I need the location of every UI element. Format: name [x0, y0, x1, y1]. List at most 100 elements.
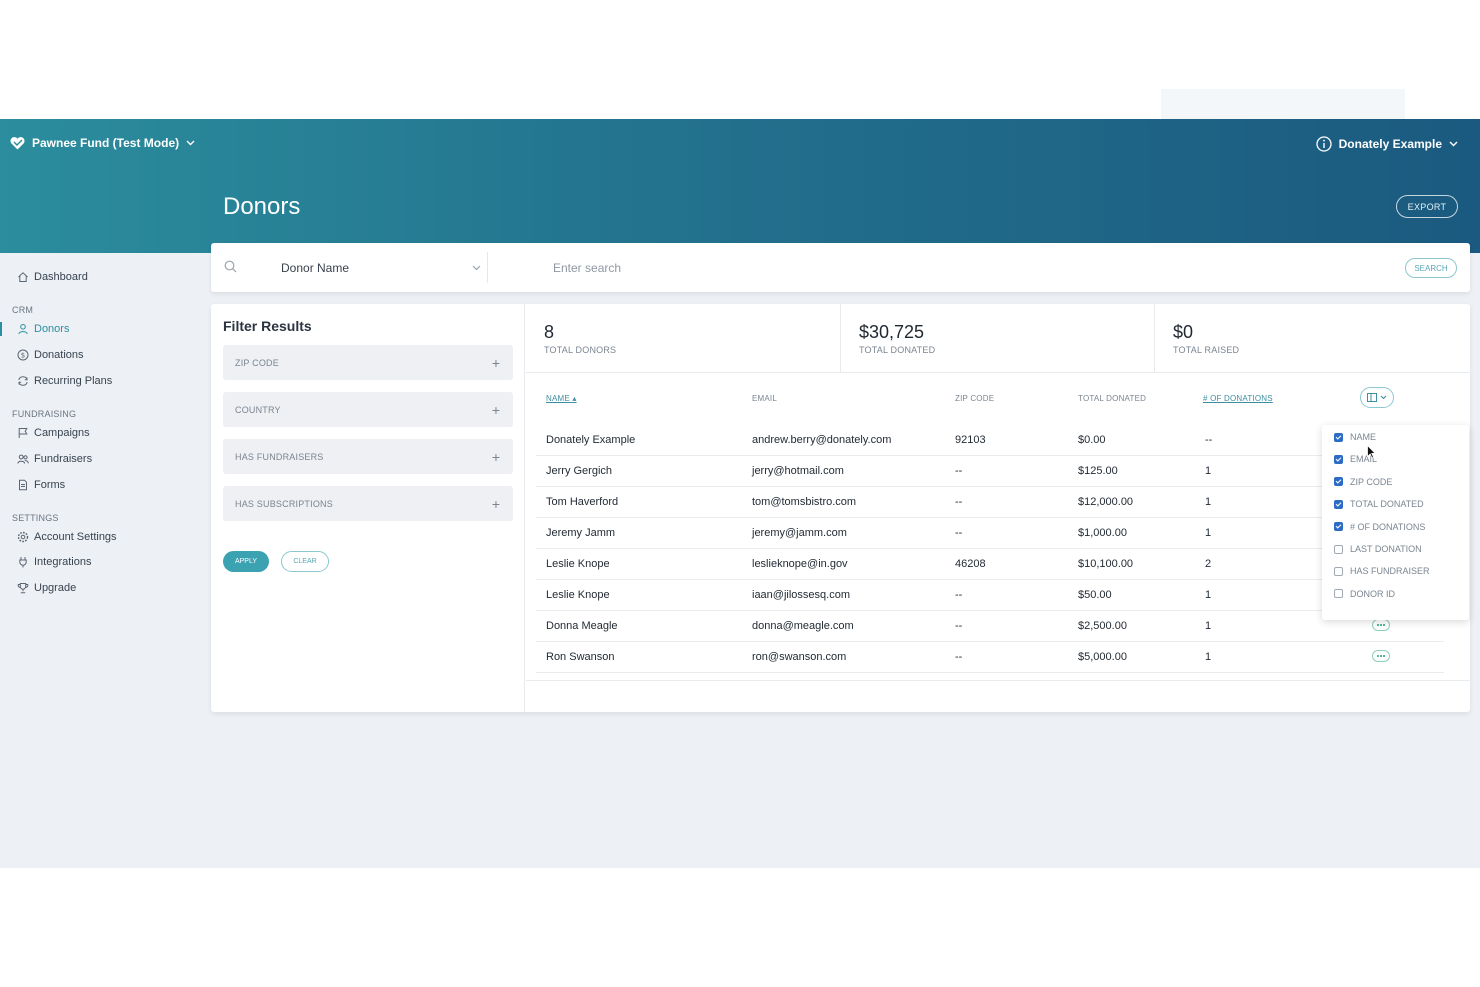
account-name: Donately Example	[1338, 137, 1442, 151]
filter-zip-code[interactable]: ZIP CODE +	[223, 345, 513, 380]
checkbox[interactable]	[1334, 477, 1343, 487]
column-option[interactable]: # OF DONATIONS	[1334, 522, 1425, 532]
cell-email: jeremy@jamm.com	[752, 527, 847, 539]
column-option-label: ZIP CODE	[1350, 476, 1393, 487]
table-row[interactable]: Jerry Gergich jerry@hotmail.com -- $125.00 1	[536, 456, 1444, 487]
checkbox[interactable]	[1334, 589, 1343, 599]
cell-zip-code: 46208	[955, 558, 986, 570]
table-row[interactable]: Tom Haverford tom@tomsbistro.com -- $12,000…	[536, 487, 1444, 518]
account-menu[interactable]: Donately Example	[1315, 136, 1458, 152]
cell-name: Ron Swanson	[546, 651, 615, 663]
apply-button[interactable]: APPLY	[223, 551, 269, 572]
stat-total-raised: $0 TOTAL RAISED	[1154, 304, 1468, 373]
trophy-icon	[17, 583, 29, 594]
checkbox[interactable]	[1334, 499, 1343, 509]
more-dots-icon	[1377, 624, 1385, 626]
column-header-zip-code[interactable]: ZIP CODE	[955, 394, 994, 403]
search-field-value: Donor Name	[281, 261, 350, 275]
column-header-total-donated[interactable]: TOTAL DONATED	[1078, 394, 1146, 403]
sidebar-item-label: Forms	[34, 479, 66, 491]
search-field-select[interactable]: Donor Name	[281, 259, 481, 277]
column-option[interactable]: TOTAL DONATED	[1334, 499, 1424, 509]
table-row[interactable]: Ron Swanson ron@swanson.com -- $5,000.00 1	[536, 642, 1444, 673]
cell-zip-code: --	[955, 465, 963, 477]
cell-name: Tom Haverford	[546, 496, 619, 508]
column-option-label: # OF DONATIONS	[1350, 521, 1426, 532]
chevron-down-icon	[472, 265, 481, 271]
table-row[interactable]: Leslie Knope iaan@jilossesq.com -- $50.00 1	[536, 580, 1444, 611]
sidebar-item-label: Donors	[34, 323, 70, 335]
sidebar-item-fundraisers[interactable]: Fundraisers	[17, 451, 92, 467]
people-icon	[17, 454, 29, 464]
cell-name: Jeremy Jamm	[546, 527, 616, 539]
sidebar-item-integrations[interactable]: Integrations	[17, 554, 91, 570]
column-option-label: NAME	[1350, 432, 1377, 442]
sidebar-item-forms[interactable]: Forms	[17, 477, 65, 493]
table-footer	[526, 680, 1470, 690]
column-option[interactable]: NAME	[1334, 432, 1376, 442]
column-option-label: LAST DONATION	[1350, 544, 1422, 554]
column-header-name[interactable]: NAME ▴	[546, 394, 577, 403]
sidebar-item-label: Donations	[34, 349, 84, 361]
cell-zip-code: --	[955, 527, 963, 539]
stat-value: $0	[1173, 322, 1194, 342]
checkbox[interactable]	[1334, 522, 1343, 532]
org-switcher[interactable]: Pawnee Fund (Test Mode)	[10, 136, 195, 150]
gear-icon	[17, 531, 29, 543]
sidebar-item-donors[interactable]: Donors	[17, 321, 69, 337]
sidebar-item-account-settings[interactable]: Account Settings	[17, 529, 117, 545]
cell-name: Jerry Gergich	[546, 465, 613, 477]
chevron-down-icon	[1380, 395, 1387, 400]
column-option-label: HAS FUNDRAISER	[1350, 566, 1430, 577]
cell-zip-code: --	[955, 651, 963, 663]
filter-title: Filter Results	[223, 318, 312, 334]
filter-has-fundraisers[interactable]: HAS FUNDRAISERS +	[223, 439, 513, 474]
cell-donations-count: 1	[1205, 589, 1212, 601]
cell-total-donated: $2,500.00	[1078, 620, 1127, 632]
checkbox[interactable]	[1334, 544, 1343, 554]
table-row[interactable]: Jeremy Jamm jeremy@jamm.com -- $1,000.00 1	[536, 518, 1444, 549]
sidebar-item-label: Upgrade	[34, 582, 77, 594]
sidebar-item-dashboard[interactable]: Dashboard	[17, 269, 88, 285]
checkbox[interactable]	[1334, 432, 1343, 442]
repeat-icon	[18, 376, 28, 386]
sidebar-item-upgrade[interactable]: Upgrade	[17, 580, 76, 596]
search-button[interactable]: SEARCH	[1405, 258, 1457, 278]
sidebar-item-campaigns[interactable]: Campaigns	[17, 425, 90, 441]
table-row[interactable]: Donately Example andrew.berry@donately.co…	[536, 425, 1444, 456]
cell-zip-code: 92103	[955, 434, 986, 446]
cell-donations-count: 1	[1205, 620, 1212, 632]
org-name: Pawnee Fund (Test Mode)	[32, 136, 180, 150]
checkbox[interactable]	[1334, 454, 1343, 464]
cell-donations-count: 1	[1205, 651, 1212, 663]
column-option[interactable]: LAST DONATION	[1334, 544, 1422, 554]
row-more-button[interactable]	[1372, 619, 1390, 631]
sidebar-item-label: Recurring Plans	[34, 375, 113, 387]
column-picker-button[interactable]	[1360, 387, 1394, 408]
app-window: Pawnee Fund (Test Mode) Donately Example…	[0, 119, 1480, 868]
table-row[interactable]: Leslie Knope leslieknope@in.gov 46208 $10,1…	[536, 549, 1444, 580]
column-option[interactable]: ZIP CODE	[1334, 477, 1392, 487]
filter-has-subscriptions[interactable]: HAS SUBSCRIPTIONS +	[223, 486, 513, 521]
row-more-button[interactable]	[1372, 650, 1390, 662]
column-header-donations-count[interactable]: # OF DONATIONS	[1203, 394, 1273, 403]
sidebar-item-recurring-plans[interactable]: Recurring Plans	[17, 373, 112, 389]
stats-bar: 8 TOTAL DONORS $30,725 TOTAL DONATED $0 …	[526, 304, 1470, 373]
column-option[interactable]: HAS FUNDRAISER	[1334, 566, 1430, 576]
search-input[interactable]	[553, 259, 1253, 277]
sidebar-item-donations[interactable]: $ Donations	[17, 347, 84, 363]
cell-total-donated: $12,000.00	[1078, 496, 1134, 508]
filter-country[interactable]: COUNTRY +	[223, 392, 513, 427]
column-header-label: NAME	[546, 394, 570, 403]
cell-total-donated: $5,000.00	[1078, 651, 1127, 663]
clear-button[interactable]: CLEAR	[281, 551, 329, 572]
filter-label: HAS FUNDRAISERS	[235, 451, 324, 462]
checkbox[interactable]	[1334, 566, 1343, 576]
table-row[interactable]: Donna Meagle donna@meagle.com -- $2,500.00 1	[536, 611, 1444, 642]
column-option[interactable]: DONOR ID	[1334, 589, 1395, 599]
column-header-email[interactable]: EMAIL	[752, 394, 777, 403]
plus-icon: +	[491, 354, 500, 371]
active-indicator	[0, 322, 2, 336]
columns-icon	[1367, 393, 1377, 402]
export-button[interactable]: EXPORT	[1396, 195, 1458, 218]
